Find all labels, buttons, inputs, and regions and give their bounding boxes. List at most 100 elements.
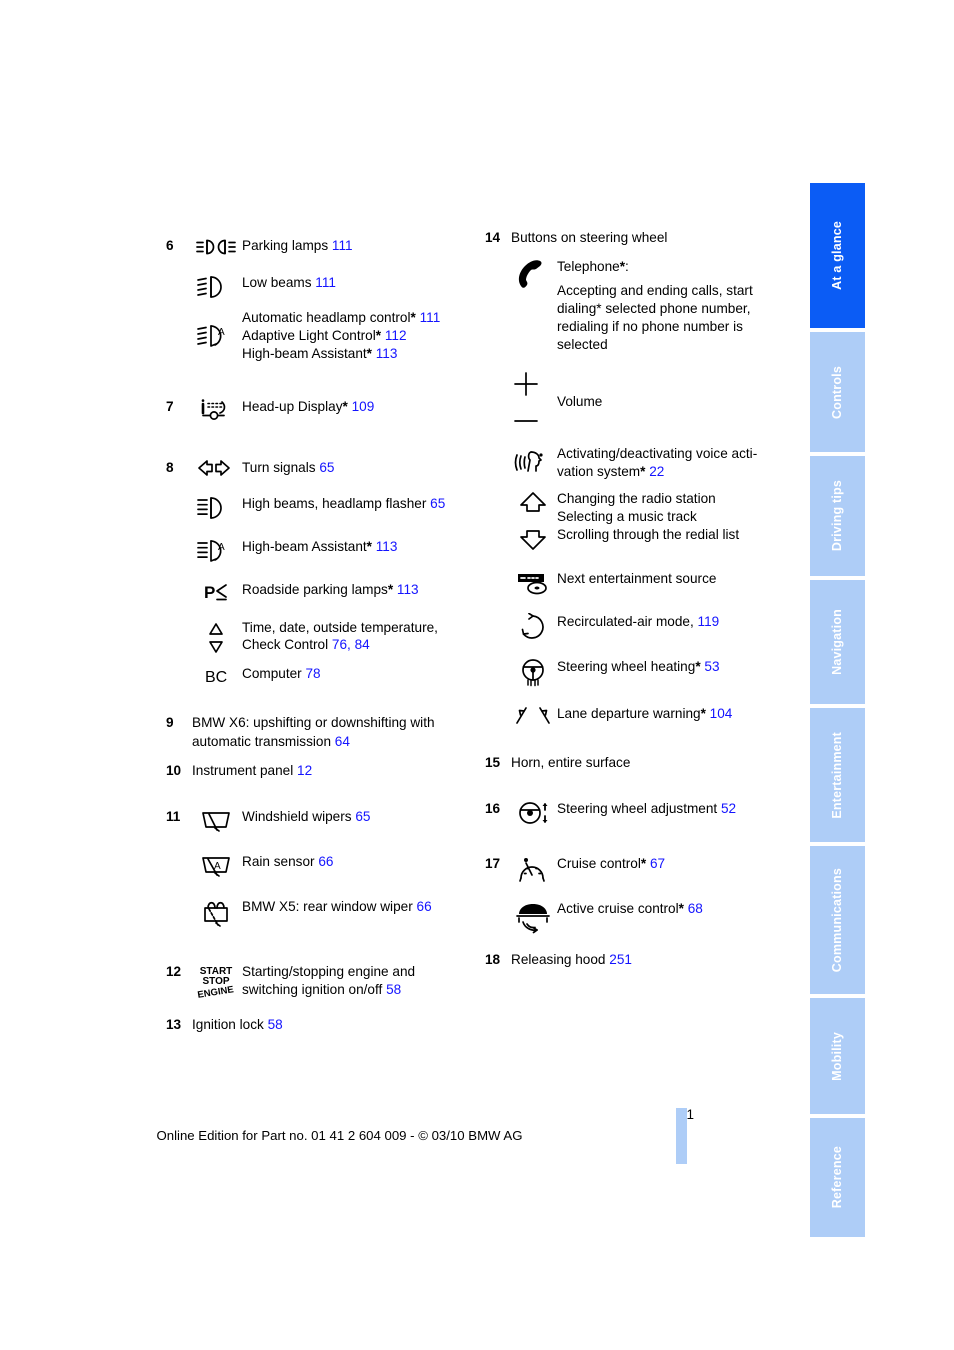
page-ref[interactable]: 68 bbox=[688, 901, 703, 916]
page-ref[interactable]: 109 bbox=[352, 399, 375, 414]
section-tab-rail: At a glance Controls Driving tips Naviga… bbox=[810, 183, 865, 1237]
sub-row: Telephone*: bbox=[557, 257, 795, 277]
page-ref[interactable]: 78 bbox=[305, 666, 320, 681]
tab-navigation[interactable]: Navigation bbox=[810, 580, 865, 704]
list-item-17-acc: Active cruise control* 68 bbox=[485, 899, 795, 934]
page-ref[interactable]: 76 bbox=[332, 637, 347, 652]
page-ref[interactable]: 65 bbox=[430, 496, 445, 511]
page-ref[interactable]: 65 bbox=[319, 460, 334, 475]
page-ref[interactable]: 12 bbox=[297, 763, 312, 778]
item-text: Time, date, outside temperature, Check C… bbox=[242, 619, 466, 655]
page-ref[interactable]: 119 bbox=[698, 614, 720, 629]
tab-entertainment[interactable]: Entertainment bbox=[810, 708, 865, 842]
item-text: Low beams 111 bbox=[242, 273, 466, 293]
row-label: Rain sensor bbox=[242, 853, 315, 869]
item-text: Instrument panel 12 bbox=[192, 761, 466, 781]
page-ref[interactable]: 22 bbox=[649, 464, 664, 479]
steering-wheel-voice: Activating/deactivating voice acti- vati… bbox=[485, 445, 795, 481]
low-beams-icon bbox=[190, 273, 242, 300]
page-ref[interactable]: 66 bbox=[417, 899, 432, 914]
page-ref[interactable]: 104 bbox=[710, 706, 733, 721]
page-ref[interactable]: 113 bbox=[376, 346, 398, 361]
item-number: 17 bbox=[485, 855, 501, 871]
page-ref[interactable]: 58 bbox=[386, 982, 401, 997]
tab-label: At a glance bbox=[830, 221, 845, 290]
tab-label: Driving tips bbox=[830, 480, 845, 552]
tab-at-a-glance[interactable]: At a glance bbox=[810, 183, 865, 328]
page-ref[interactable]: 111 bbox=[315, 275, 336, 290]
page-ref[interactable]: 65 bbox=[355, 809, 370, 824]
steering-wheel-heating: Steering wheel heating* 53 bbox=[485, 657, 795, 688]
page-number: 11 bbox=[0, 1107, 694, 1122]
svg-text:A: A bbox=[218, 327, 225, 338]
page-ref[interactable]: 67 bbox=[650, 856, 665, 871]
arrow-icons bbox=[509, 490, 557, 553]
tab-communications[interactable]: Communications bbox=[810, 846, 865, 994]
item-text: High-beam Assistant* 113 bbox=[242, 537, 466, 557]
page-ref[interactable]: 53 bbox=[704, 659, 719, 674]
row-label: Ignition lock bbox=[192, 1016, 264, 1032]
lane-departure-warning-icon bbox=[509, 704, 557, 727]
head-up-display-icon bbox=[190, 397, 242, 424]
row-label: Lane departure warning bbox=[557, 706, 701, 722]
item-text: Windshield wipers 65 bbox=[242, 807, 466, 827]
sub-row: BMW X6: upshifting or downshifting with bbox=[192, 713, 466, 733]
sub-row: Changing the radio station bbox=[557, 491, 716, 507]
sub-row: vation system* 22 bbox=[557, 463, 795, 481]
optional-star: * bbox=[410, 310, 416, 325]
sub-row: Starting/stopping engine and bbox=[242, 963, 466, 981]
page-ref[interactable]: 84 bbox=[355, 637, 370, 652]
tab-driving-tips[interactable]: Driving tips bbox=[810, 456, 865, 576]
page-ref[interactable]: 64 bbox=[335, 734, 350, 749]
list-item-8-check-control: Time, date, outside temperature, Check C… bbox=[166, 619, 466, 655]
optional-star: * bbox=[700, 706, 706, 722]
item-number: 7 bbox=[166, 398, 174, 414]
row-label: switching ignition on/off bbox=[242, 981, 383, 997]
list-item-15: 15 Horn, entire surface bbox=[485, 753, 795, 773]
high-beams-icon bbox=[190, 494, 242, 521]
high-beam-assistant-icon: A bbox=[190, 537, 242, 564]
row-label: Steering wheel adjustment bbox=[557, 800, 718, 816]
page-ref[interactable]: 112 bbox=[385, 328, 407, 343]
page-ref[interactable]: 113 bbox=[397, 582, 419, 597]
svg-text:A: A bbox=[214, 861, 221, 872]
steering-wheel-heating-icon bbox=[509, 657, 557, 688]
tab-controls[interactable]: Controls bbox=[810, 332, 865, 452]
optional-star: * bbox=[366, 345, 372, 361]
tab-label: Communications bbox=[830, 867, 845, 973]
right-column: 14 Buttons on steering wheel Telephone*:… bbox=[485, 228, 795, 969]
page-ref[interactable]: 111 bbox=[420, 310, 441, 325]
colon: : bbox=[625, 258, 629, 274]
sub-row: redialing if no phone number is bbox=[557, 319, 743, 335]
row-label: Cruise control bbox=[557, 855, 641, 871]
page-ref[interactable]: 66 bbox=[318, 854, 333, 869]
list-item-11-rain-sensor: A Rain sensor 66 bbox=[166, 852, 466, 881]
page-ref[interactable]: 58 bbox=[268, 1017, 283, 1032]
item-number: 15 bbox=[485, 755, 501, 771]
page-ref[interactable]: 251 bbox=[609, 952, 632, 967]
item-text: Horn, entire surface bbox=[511, 755, 631, 771]
item-number: 11 bbox=[166, 808, 181, 824]
list-item-8-hba: A High-beam Assistant* 113 bbox=[166, 537, 466, 564]
tab-label: Mobility bbox=[830, 1031, 845, 1081]
item-number: 6 bbox=[166, 238, 174, 253]
bc-computer-icon: BC bbox=[190, 664, 242, 687]
adaptive-light-control-icon: A bbox=[190, 309, 242, 349]
page-ref[interactable]: 111 bbox=[332, 238, 353, 253]
sub-row: selected bbox=[557, 337, 608, 353]
row-label: Automatic headlamp control bbox=[242, 310, 411, 325]
page-ref[interactable]: 52 bbox=[721, 801, 736, 816]
item-text: BMW X5: rear window wiper 66 bbox=[242, 897, 466, 917]
row-label: BMW X5: rear window wiper bbox=[242, 898, 413, 914]
left-column: 6 Parking lamps 111 Low beams 111 A Auto… bbox=[166, 236, 466, 1034]
item-text: Releasing hood 251 bbox=[511, 950, 795, 970]
row-label: Instrument panel bbox=[192, 762, 294, 778]
row-label: automatic transmission bbox=[192, 734, 332, 750]
page-ref[interactable]: 113 bbox=[376, 539, 398, 554]
tab-label: Controls bbox=[830, 365, 845, 419]
footer-text: Online Edition for Part no. 01 41 2 604 … bbox=[156, 1128, 523, 1143]
row-label: Head-up Display bbox=[242, 398, 343, 414]
tab-mobility[interactable]: Mobility bbox=[810, 998, 865, 1114]
item-text: Turn signals 65 bbox=[242, 458, 466, 478]
cruise-control-icon bbox=[509, 854, 557, 883]
